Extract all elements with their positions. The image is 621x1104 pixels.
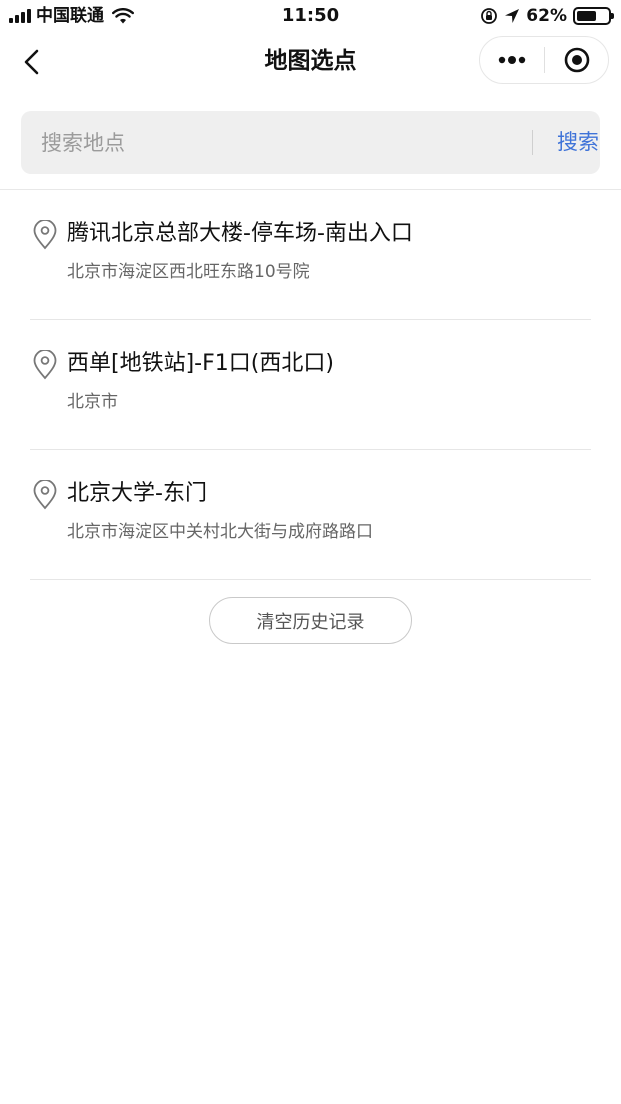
battery-icon bbox=[573, 7, 614, 25]
battery-level bbox=[577, 11, 596, 21]
navigation-bar: 地图选点 bbox=[0, 32, 621, 90]
more-dots-icon bbox=[498, 56, 526, 64]
more-button[interactable] bbox=[480, 37, 544, 83]
place-address: 北京市海淀区西北旺东路10号院 bbox=[67, 262, 310, 282]
list-item[interactable]: 北京大学-东门 北京市海淀区中关村北大街与成府路路口 bbox=[0, 450, 621, 580]
place-name: 北京大学-东门 bbox=[67, 481, 207, 506]
place-name: 西单[地铁站]-F1口(西北口) bbox=[67, 351, 334, 376]
search-divider bbox=[532, 130, 533, 155]
search-button[interactable]: 搜索 bbox=[557, 128, 599, 156]
place-address: 北京市海淀区中关村北大街与成府路路口 bbox=[67, 522, 373, 542]
status-right: 62% bbox=[480, 6, 614, 26]
location-pin-icon bbox=[33, 220, 57, 250]
place-name: 腾讯北京总部大楼-停车场-南出入口 bbox=[67, 221, 413, 246]
list-divider bbox=[30, 579, 591, 580]
target-close-icon bbox=[564, 47, 589, 73]
history-list: 腾讯北京总部大楼-停车场-南出入口 北京市海淀区西北旺东路10号院 西单[地铁站… bbox=[0, 190, 621, 580]
search-bar: 搜索 bbox=[21, 111, 600, 174]
clear-history-button[interactable]: 清空历史记录 bbox=[209, 597, 412, 644]
battery-percent: 62% bbox=[526, 6, 567, 26]
list-item[interactable]: 腾讯北京总部大楼-停车场-南出入口 北京市海淀区西北旺东路10号院 bbox=[0, 190, 621, 320]
search-input[interactable] bbox=[41, 111, 501, 174]
orientation-lock-icon bbox=[481, 8, 498, 24]
status-bar: 中国联通 11:50 62% bbox=[0, 0, 621, 32]
location-arrow-icon bbox=[505, 9, 520, 23]
list-item[interactable]: 西单[地铁站]-F1口(西北口) 北京市 bbox=[0, 320, 621, 450]
miniprogram-capsule bbox=[479, 36, 609, 84]
close-miniprogram-button[interactable] bbox=[545, 37, 608, 83]
location-pin-icon bbox=[33, 480, 57, 510]
place-address: 北京市 bbox=[67, 392, 118, 412]
location-pin-icon bbox=[33, 350, 57, 380]
